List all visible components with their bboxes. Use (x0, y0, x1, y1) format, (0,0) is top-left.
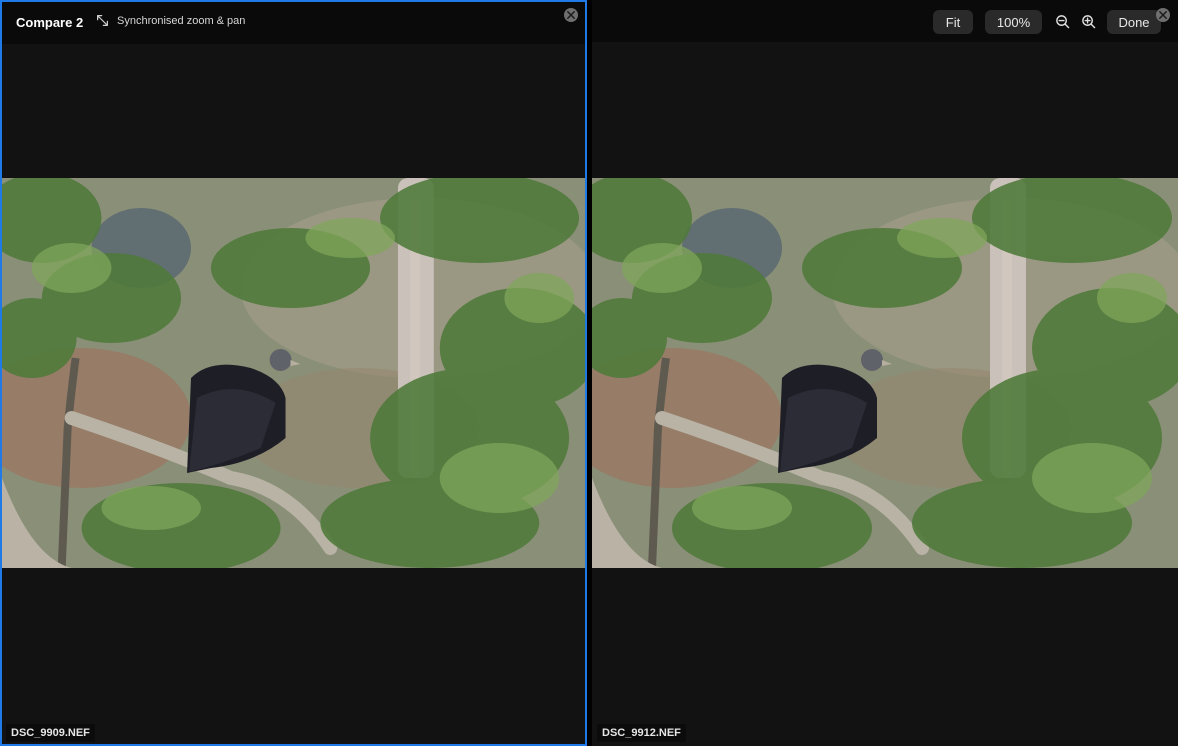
zoom-in-icon (1081, 14, 1095, 28)
viewer-toolbar: Fit 100% Done (592, 0, 1178, 42)
filename-label-right: DSC_9912.NEF (597, 724, 686, 742)
compare-title: Compare 2 (16, 15, 84, 30)
zoom-level-button[interactable]: 100% (985, 10, 1042, 34)
photo-image (2, 178, 585, 568)
zoom-out-icon (1055, 14, 1069, 28)
zoom-in-button[interactable] (1079, 12, 1097, 30)
close-icon (567, 11, 575, 19)
close-right-pane-button[interactable] (1156, 8, 1170, 22)
compare-pane-left[interactable]: Compare 2 Synchronised zoom & pan DSC_99… (0, 0, 587, 746)
done-button[interactable]: Done (1107, 10, 1161, 34)
photo-preview-left[interactable] (2, 178, 585, 568)
sync-zoom-icon (97, 15, 108, 26)
close-left-pane-button[interactable] (564, 8, 578, 22)
compare-pane-right[interactable]: Fit 100% Done DSC_9912.NEF (592, 0, 1178, 746)
photo-image (592, 178, 1178, 568)
close-icon (1159, 11, 1167, 19)
compare-header: Compare 2 Synchronised zoom & pan (2, 2, 585, 44)
photo-preview-right[interactable] (592, 178, 1178, 568)
zoom-out-button[interactable] (1053, 12, 1071, 30)
sync-zoom-pan-label: Synchronised zoom & pan (117, 14, 246, 27)
sync-zoom-pan-toggle[interactable]: Synchronised zoom & pan (96, 14, 245, 27)
fit-button[interactable]: Fit (933, 10, 973, 34)
filename-label-left: DSC_9909.NEF (6, 724, 95, 742)
